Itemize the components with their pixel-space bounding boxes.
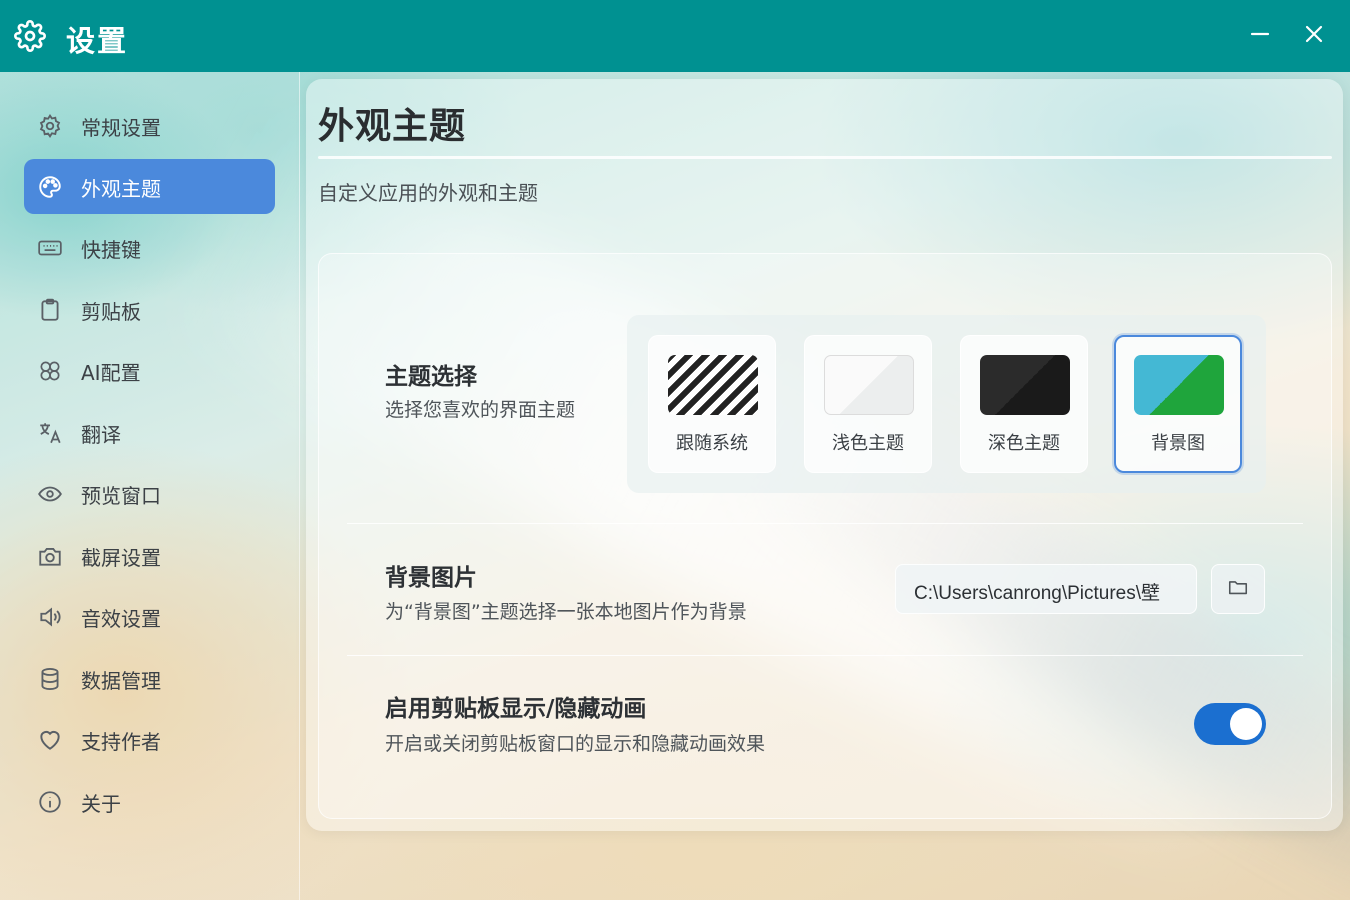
sidebar-item-ai[interactable]: AI配置 [24,343,275,398]
theme-swatch-dark [980,355,1070,415]
theme-selector: 跟随系统 浅色主题 深色主题 背景图 [627,315,1266,493]
main-panel: 外观主题 自定义应用的外观和主题 主题选择 选择您喜欢的界面主题 跟随系统 浅色… [306,79,1343,831]
background-image-title: 背景图片 [385,565,477,591]
theme-option-light[interactable]: 浅色主题 [804,335,932,473]
sidebar-item-label: 常规设置 [81,116,161,140]
theme-setting-title: 主题选择 [385,364,477,390]
camera-icon [37,543,63,569]
row-divider [347,523,1303,524]
folder-icon [1227,576,1249,602]
settings-card: 主题选择 选择您喜欢的界面主题 跟随系统 浅色主题 深色主题 背景图 背景图片 … [318,253,1332,819]
gear-icon [37,113,63,139]
sidebar-item-preview[interactable]: 预览窗口 [24,466,275,521]
clipboard-icon [37,297,63,323]
palette-icon [37,174,63,200]
theme-option-system[interactable]: 跟随系统 [648,335,776,473]
eye-icon [37,481,63,507]
background-image-description: 为“背景图”主题选择一张本地图片作为背景 [385,601,747,623]
sidebar-item-translate[interactable]: 翻译 [24,405,275,460]
theme-option-dark[interactable]: 深色主题 [960,335,1088,473]
theme-swatch-system [668,355,758,415]
animation-toggle[interactable] [1194,703,1266,745]
sidebar-item-screenshot[interactable]: 截屏设置 [24,528,275,583]
sidebar-item-label: 预览窗口 [81,484,161,508]
translate-icon [37,420,63,446]
keyboard-icon [37,235,63,261]
sidebar-item-label: 快捷键 [81,238,141,262]
sidebar-item-appearance[interactable]: 外观主题 [24,159,275,214]
sidebar-item-support[interactable]: 支持作者 [24,712,275,767]
heart-icon [37,727,63,753]
row-divider [347,655,1303,656]
title-bar: 设置 [0,0,1350,72]
animation-setting-title: 启用剪贴板显示/隐藏动画 [385,696,647,722]
sidebar-item-sound[interactable]: 音效设置 [24,589,275,644]
theme-swatch-light [824,355,914,415]
gear-icon [14,20,46,52]
theme-option-label: 背景图 [1151,433,1205,454]
sidebar-item-label: 支持作者 [81,730,161,754]
database-icon [37,666,63,692]
browse-folder-button[interactable] [1211,564,1265,614]
sidebar-item-clipboard[interactable]: 剪贴板 [24,282,275,337]
minimize-icon [1250,24,1270,48]
page-title: 外观主题 [318,106,467,147]
animation-setting-description: 开启或关闭剪贴板窗口的显示和隐藏动画效果 [385,733,766,755]
sidebar-item-general[interactable]: 常规设置 [24,98,275,153]
minimize-button[interactable] [1244,20,1276,52]
speaker-icon [37,604,63,630]
toggle-knob [1230,708,1262,740]
theme-option-label: 跟随系统 [676,433,748,454]
sidebar-item-label: 关于 [81,792,121,816]
title-divider [318,156,1332,159]
sidebar-item-label: 剪贴板 [81,300,141,324]
sidebar-item-data[interactable]: 数据管理 [24,651,275,706]
page-subtitle: 自定义应用的外观和主题 [318,181,538,205]
theme-option-label: 深色主题 [988,433,1060,454]
sidebar-item-label: 截屏设置 [81,546,161,570]
ai-icon [37,358,63,384]
sidebar-item-about[interactable]: 关于 [24,774,275,829]
theme-option-label: 浅色主题 [832,433,904,454]
sidebar-item-label: 数据管理 [81,669,161,693]
sidebar-item-label: 外观主题 [81,177,161,201]
theme-swatch-image [1134,355,1224,415]
sidebar-item-label: AI配置 [81,361,141,385]
close-icon [1304,24,1324,48]
info-icon [37,789,63,815]
sidebar-item-label: 音效设置 [81,607,161,631]
window-title: 设置 [66,24,129,58]
sidebar-item-shortcuts[interactable]: 快捷键 [24,220,275,275]
background-path-input[interactable]: C:\Users\canrong\Pictures\壁 [895,564,1197,614]
sidebar: 常规设置 外观主题 快捷键 剪贴板 AI配置 翻译 预览窗口 截屏设置 音效设置… [0,72,300,900]
theme-setting-description: 选择您喜欢的界面主题 [385,399,576,421]
theme-option-image[interactable]: 背景图 [1114,335,1242,473]
sidebar-item-label: 翻译 [81,423,121,447]
close-button[interactable] [1298,20,1330,52]
